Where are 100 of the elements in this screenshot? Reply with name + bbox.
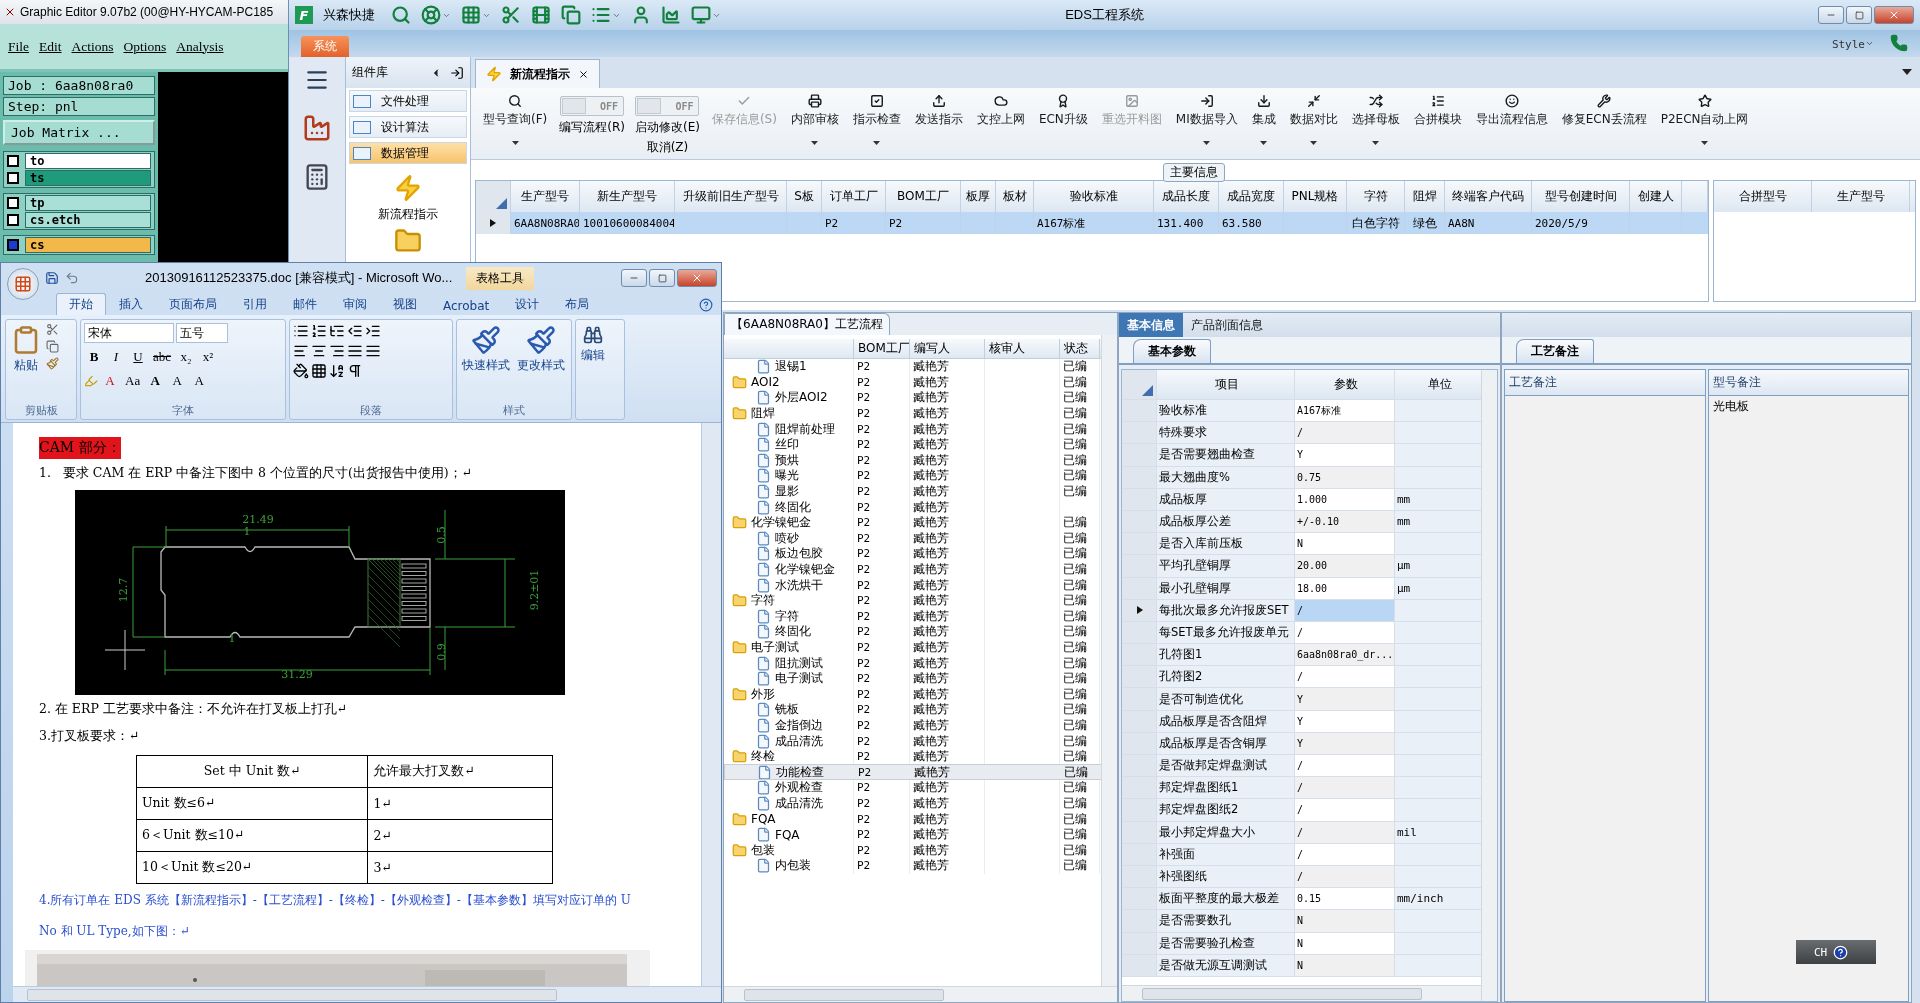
parameter-value[interactable]: 20.00	[1295, 555, 1395, 577]
tree-row[interactable]: 化学镍钯金 P2 臧艳芳 已编	[724, 561, 1101, 578]
layer-name[interactable]: ts	[25, 170, 151, 186]
shading-icon[interactable]	[293, 363, 309, 379]
sort-icon[interactable]	[329, 363, 345, 379]
parameter-value[interactable]: /	[1295, 666, 1395, 688]
maximize-button[interactable]	[649, 269, 675, 287]
menu-item[interactable]: Edit	[39, 38, 62, 55]
column-header[interactable]: BOM工厂	[854, 339, 910, 358]
help-icon[interactable]	[699, 298, 713, 312]
indent-icon[interactable]	[365, 323, 381, 339]
parameter-value[interactable]: Y	[1295, 710, 1395, 732]
tree-row[interactable]: 终固化 P2 臧艳芳 已编	[724, 624, 1101, 640]
column-header[interactable]: 核审人	[985, 339, 1060, 358]
toolbar-button[interactable]: 发送指示	[912, 94, 965, 156]
numbering-icon[interactable]	[311, 323, 327, 339]
borders-icon[interactable]	[311, 363, 327, 379]
corner-icon[interactable]	[1142, 385, 1153, 396]
dropdown-arrow-icon[interactable]	[1902, 69, 1912, 75]
job-matrix-button[interactable]: Job Matrix ...	[3, 120, 155, 145]
document-tab[interactable]: 新流程指示	[475, 59, 600, 88]
undo-icon[interactable]	[65, 271, 79, 285]
language-bar[interactable]: CH	[1796, 940, 1876, 964]
corner-cell[interactable]	[1122, 370, 1157, 399]
ribbon-tab[interactable]: 引用	[230, 293, 280, 315]
menu-item[interactable]: Analysis	[176, 38, 224, 55]
format-button[interactable]: A	[100, 371, 120, 391]
tree-row[interactable]: 功能检查 P2 臧艳芳 已编	[724, 764, 1101, 781]
toolbar-icon[interactable]	[591, 5, 611, 25]
tree-row[interactable]: 阻抗测试 P2 臧艳芳 已编	[724, 655, 1101, 671]
format-button[interactable]: I	[106, 347, 126, 367]
dock-icon[interactable]	[450, 65, 464, 80]
tree-row[interactable]: 外形 P2 臧艳芳 已编	[724, 686, 1101, 703]
paragraph-mark-icon[interactable]	[347, 363, 363, 379]
tree-row[interactable]: 内包装 P2 臧艳芳 已编	[724, 858, 1101, 874]
toolbar-button[interactable]: 选择母板	[1349, 94, 1402, 156]
layer-checkbox[interactable]	[7, 214, 19, 226]
ribbon-tab[interactable]: 视图	[380, 293, 430, 315]
parameter-value[interactable]: /	[1295, 843, 1395, 865]
menu-item[interactable]: Options	[123, 38, 167, 55]
format-button[interactable]: A	[167, 371, 188, 391]
component-item[interactable]: 设计算法	[349, 116, 467, 138]
parameter-value[interactable]: /	[1295, 755, 1395, 777]
parameter-value[interactable]: /	[1295, 821, 1395, 843]
panel-tab[interactable]: 产品剖面信息	[1183, 313, 1271, 337]
format-button[interactable]: A	[189, 371, 210, 391]
tree-row[interactable]: 包装 P2 臧艳芳 已编	[724, 842, 1101, 858]
parameter-value[interactable]: 0.15	[1295, 888, 1395, 910]
menu-item[interactable]: Actions	[71, 38, 114, 55]
parameter-value[interactable]: /	[1295, 865, 1395, 888]
column-header[interactable]: 状态	[1060, 339, 1100, 358]
panel-tab[interactable]: 【6AA8N08RA0】工艺流程	[724, 313, 890, 335]
close-button[interactable]	[677, 269, 717, 287]
office-button[interactable]	[7, 268, 39, 300]
parameter-value[interactable]: 6aa8n08ra0_dr...	[1295, 644, 1395, 666]
parameter-value[interactable]: 18.00	[1295, 577, 1395, 599]
tree-row[interactable]: 显影 P2 臧艳芳 已编	[724, 483, 1101, 500]
align-right-icon[interactable]	[329, 343, 345, 359]
tree-row[interactable]: 板边包胶 P2 臧艳芳 已编	[724, 546, 1101, 562]
tree-row[interactable]: 金指倒边 P2 臧艳芳 已编	[724, 717, 1101, 734]
tree-row[interactable]: 电子测试 P2 臧艳芳 已编	[724, 670, 1101, 687]
format-button[interactable]: U	[128, 347, 148, 367]
tree-row[interactable]: 化学镍钯金 P2 臧艳芳 已编	[724, 514, 1101, 531]
minimize-button[interactable]	[1818, 6, 1844, 24]
format-button[interactable]: A	[145, 371, 166, 391]
parameter-value[interactable]: N	[1295, 932, 1395, 954]
parameter-value[interactable]: /	[1295, 422, 1395, 444]
layer-name[interactable]: cs.etch	[25, 212, 151, 228]
bullets-icon[interactable]	[293, 323, 309, 339]
toolbar-button[interactable]: 内部审核	[788, 94, 841, 156]
row-header[interactable]	[476, 212, 511, 234]
justify-icon[interactable]	[347, 343, 363, 359]
column-header[interactable]: 编写人	[910, 339, 985, 358]
component-item[interactable]: 文件处理	[349, 90, 467, 112]
toolbar-button[interactable]: 合拼模块	[1411, 94, 1464, 156]
folder-icon[interactable]	[394, 227, 422, 255]
format-button[interactable]: Aa	[122, 371, 144, 391]
font-name-field[interactable]: 宋体	[84, 323, 174, 343]
sub-tab[interactable]: 工艺备注	[1516, 339, 1594, 363]
toolbar-button[interactable]: 文控上网	[974, 94, 1027, 156]
scrollbar[interactable]	[724, 986, 1117, 1002]
multilevel-list-icon[interactable]	[329, 323, 345, 339]
layer-checkbox[interactable]	[7, 172, 19, 184]
toolbar-button[interactable]: 指示检查	[850, 94, 903, 156]
toolbar-button[interactable]: 修复ECN丢流程	[1559, 94, 1649, 156]
style-button[interactable]: 快速样式	[460, 323, 512, 400]
close-icon[interactable]	[578, 68, 589, 80]
tree-row[interactable]: FQA P2 臧艳芳 已编	[724, 826, 1101, 843]
tree-row[interactable]: FQA P2 臧艳芳 已编	[724, 811, 1101, 827]
toolbar-icon[interactable]	[421, 5, 441, 25]
align-left-icon[interactable]	[293, 343, 309, 359]
toolbar-button[interactable]: 导出流程信息	[1473, 94, 1550, 156]
tree-row[interactable]: 字符 P2 臧艳芳 已编	[724, 592, 1101, 609]
outdent-icon[interactable]	[347, 323, 363, 339]
parameter-value[interactable]: /	[1295, 777, 1395, 799]
tree-row[interactable]: 水洗烘干 P2 臧艳芳 已编	[724, 577, 1101, 593]
toolbar-icon[interactable]	[691, 5, 711, 25]
toolbar-icon[interactable]	[561, 5, 581, 25]
phone-icon[interactable]	[1890, 34, 1908, 52]
ribbon-tab[interactable]: Acrobat	[430, 296, 503, 315]
